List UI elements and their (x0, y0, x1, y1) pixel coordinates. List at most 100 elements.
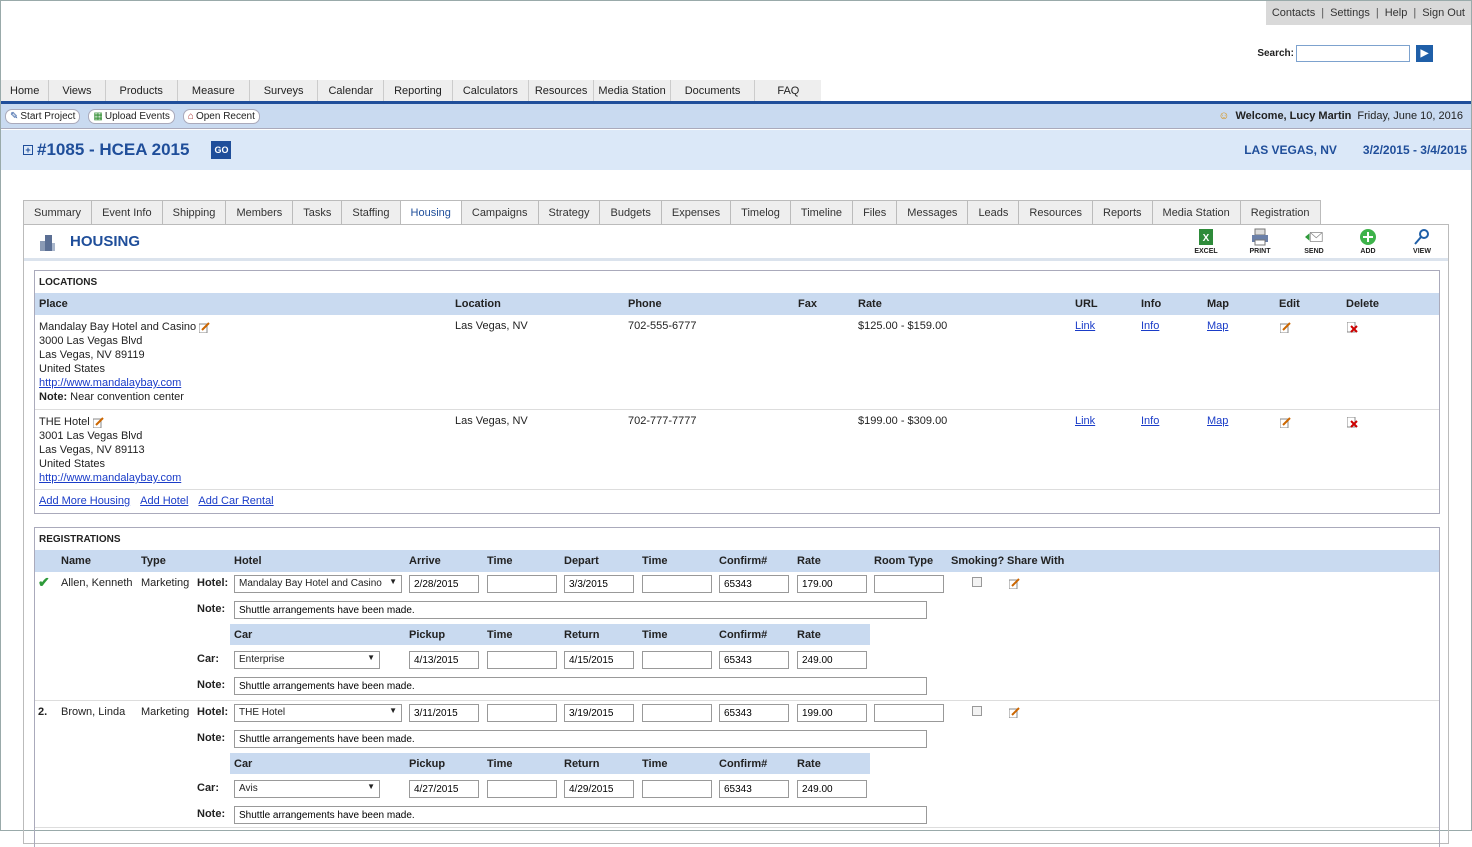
nav-surveys[interactable]: Surveys (250, 80, 319, 102)
search-go-button[interactable]: ▶ (1416, 45, 1433, 62)
tab-files[interactable]: Files (852, 200, 898, 224)
nav-calendar[interactable]: Calendar (318, 80, 385, 102)
map-link[interactable]: Map (1207, 415, 1228, 427)
tab-resources[interactable]: Resources (1018, 200, 1093, 224)
map-link[interactable]: Map (1207, 320, 1228, 332)
tab-shipping[interactable]: Shipping (161, 200, 227, 224)
car-select[interactable]: Avis ▼ (234, 780, 380, 798)
nav-products[interactable]: Products (106, 80, 178, 102)
arrive-field[interactable] (409, 704, 479, 722)
print-button[interactable]: PRINT (1242, 228, 1278, 255)
tab-registration[interactable]: Registration (1239, 200, 1321, 224)
info-link[interactable]: Info (1141, 320, 1159, 332)
send-button[interactable]: SEND (1296, 228, 1332, 255)
arrive-time-field[interactable] (487, 575, 557, 593)
car-rate-field[interactable] (797, 651, 867, 669)
nav-calculators[interactable]: Calculators (453, 80, 529, 102)
place-url-link[interactable]: http://www.mandalaybay.com (39, 472, 181, 484)
place-url-link[interactable]: http://www.mandalaybay.com (39, 377, 181, 389)
add-more-housing-link[interactable]: Add More Housing (39, 495, 130, 507)
contacts-link[interactable]: Contacts (1272, 7, 1315, 19)
car-confirm-field[interactable] (719, 780, 789, 798)
depart-field[interactable] (564, 575, 634, 593)
rate-field[interactable] (797, 575, 867, 593)
upload-events-button[interactable]: ▦ Upload Events (88, 108, 175, 124)
room-type-field[interactable] (874, 575, 944, 593)
tab-strategy[interactable]: Strategy (537, 200, 601, 224)
help-link[interactable]: Help (1385, 7, 1408, 19)
return-time-field[interactable] (642, 651, 712, 669)
return-field[interactable] (564, 651, 634, 669)
open-recent-button[interactable]: ⌂ Open Recent (182, 108, 260, 124)
rate-field[interactable] (797, 704, 867, 722)
edit-icon[interactable] (1280, 417, 1291, 428)
return-field[interactable] (564, 780, 634, 798)
expand-icon[interactable]: + (23, 145, 33, 155)
arrive-time-field[interactable] (487, 704, 557, 722)
hotel-select[interactable]: THE Hotel ▼ (234, 704, 402, 722)
smoking-checkbox[interactable] (972, 577, 982, 587)
nav-views[interactable]: Views (49, 80, 106, 102)
pickup-time-field[interactable] (487, 651, 557, 669)
tab-housing[interactable]: Housing (399, 200, 462, 225)
url-link[interactable]: Link (1075, 320, 1095, 332)
tab-timeline[interactable]: Timeline (789, 200, 854, 224)
tab-members[interactable]: Members (225, 200, 294, 224)
pickup-time-field[interactable] (487, 780, 557, 798)
nav-resources[interactable]: Resources (529, 80, 595, 102)
car-note-field[interactable] (234, 677, 927, 695)
share-with-edit-icon[interactable] (1009, 577, 1020, 589)
depart-time-field[interactable] (642, 704, 712, 722)
car-select[interactable]: Enterprise ▼ (234, 651, 380, 669)
confirm-field[interactable] (719, 575, 789, 593)
nav-media-station[interactable]: Media Station (594, 80, 671, 102)
nav-home[interactable]: Home (1, 80, 50, 102)
depart-time-field[interactable] (642, 575, 712, 593)
settings-link[interactable]: Settings (1330, 7, 1370, 19)
tab-media-station[interactable]: Media Station (1151, 200, 1241, 224)
start-project-button[interactable]: ✎ Start Project (5, 108, 81, 124)
pickup-field[interactable] (409, 780, 479, 798)
hotel-note-field[interactable] (234, 730, 927, 748)
tab-staffing[interactable]: Staffing (341, 200, 401, 224)
nav-measure[interactable]: Measure (178, 80, 250, 102)
sign-out-link[interactable]: Sign Out (1422, 7, 1465, 19)
car-rate-field[interactable] (797, 780, 867, 798)
tab-summary[interactable]: Summary (23, 200, 93, 224)
edit-icon[interactable] (92, 416, 104, 428)
return-time-field[interactable] (642, 780, 712, 798)
info-link[interactable]: Info (1141, 415, 1159, 427)
car-confirm-field[interactable] (719, 651, 789, 669)
tab-leads[interactable]: Leads (967, 200, 1020, 224)
pickup-field[interactable] (409, 651, 479, 669)
add-car-rental-link[interactable]: Add Car Rental (198, 495, 273, 507)
edit-icon[interactable] (199, 321, 210, 333)
tab-reports[interactable]: Reports (1092, 200, 1153, 224)
confirm-field[interactable] (719, 704, 789, 722)
nav-documents[interactable]: Documents (671, 80, 756, 102)
tab-tasks[interactable]: Tasks (292, 200, 343, 224)
depart-field[interactable] (564, 704, 634, 722)
share-with-edit-icon[interactable] (1009, 706, 1020, 718)
add-hotel-link[interactable]: Add Hotel (140, 495, 188, 507)
tab-event-info[interactable]: Event Info (91, 200, 163, 224)
delete-icon[interactable] (1347, 417, 1358, 428)
delete-icon[interactable] (1347, 322, 1358, 333)
car-note-field[interactable] (234, 806, 927, 824)
url-link[interactable]: Link (1075, 415, 1095, 427)
hotel-select[interactable]: Mandalay Bay Hotel and Casino ▼ (234, 575, 402, 593)
add-button[interactable]: ADD (1350, 228, 1386, 255)
nav-faq[interactable]: FAQ (755, 80, 821, 102)
smoking-checkbox[interactable] (972, 706, 982, 716)
project-go-button[interactable]: GO (211, 141, 232, 159)
tab-budgets[interactable]: Budgets (599, 200, 662, 224)
tab-messages[interactable]: Messages (896, 200, 969, 224)
tab-timelog[interactable]: Timelog (730, 200, 791, 224)
view-button[interactable]: VIEW (1404, 228, 1440, 255)
tab-campaigns[interactable]: Campaigns (460, 200, 539, 224)
edit-icon[interactable] (1280, 322, 1291, 333)
excel-button[interactable]: X EXCEL (1188, 228, 1224, 255)
nav-reporting[interactable]: Reporting (384, 80, 453, 102)
arrive-field[interactable] (409, 575, 479, 593)
hotel-note-field[interactable] (234, 601, 927, 619)
